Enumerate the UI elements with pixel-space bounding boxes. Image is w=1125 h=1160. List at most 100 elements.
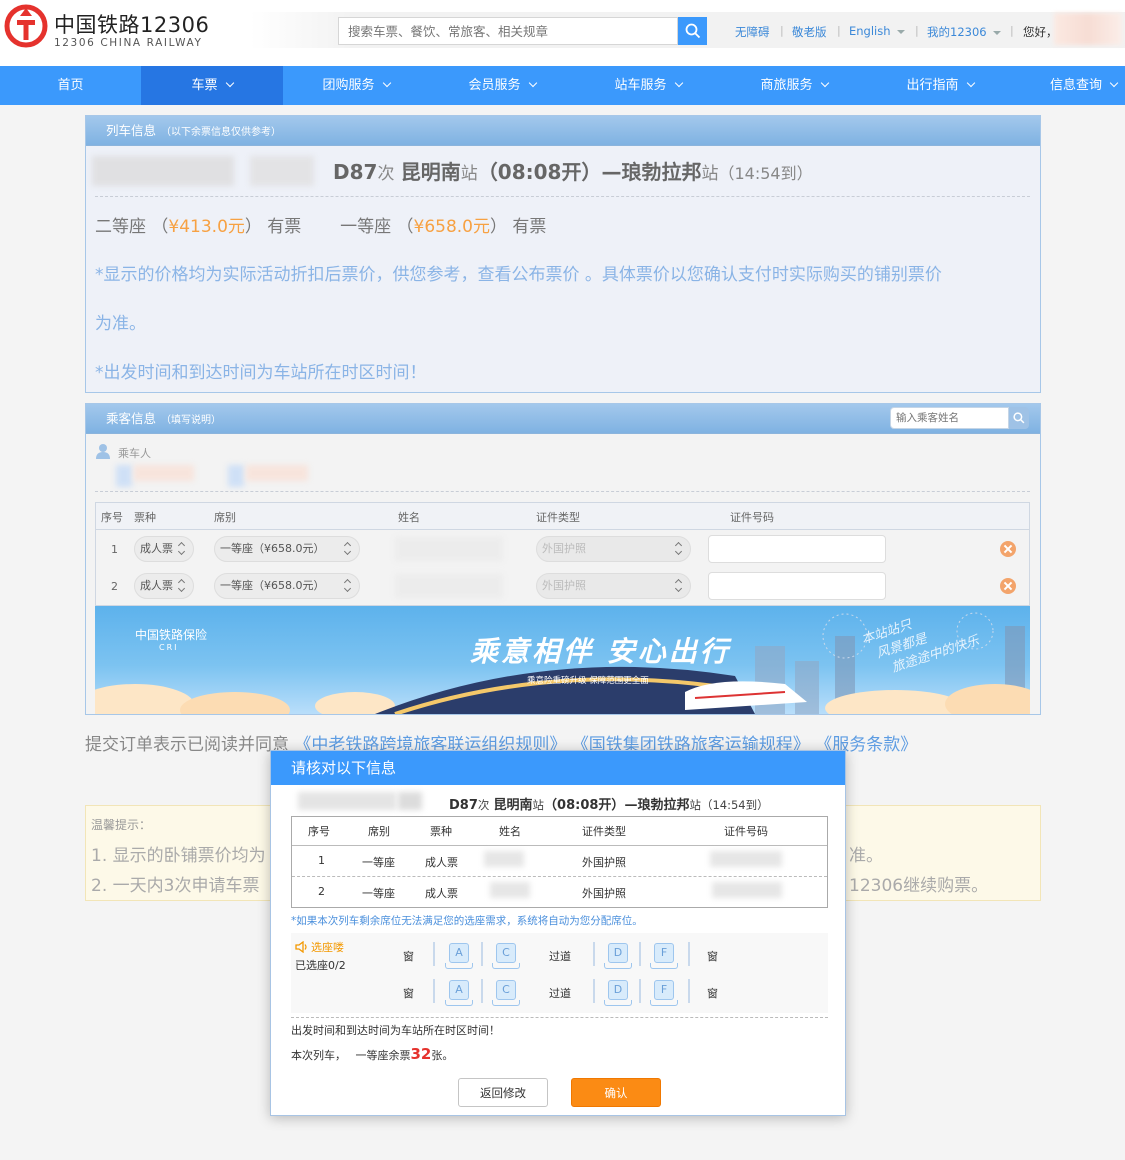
nav-item-label: 团购服务	[322, 78, 375, 93]
delete-icon[interactable]	[1000, 578, 1016, 594]
tip-2-end: 12306继续购票。	[849, 876, 989, 896]
window-label: 窗	[403, 987, 414, 1000]
logo-title[interactable]: 中国铁路12306	[54, 9, 209, 39]
dialog-title: 请核对以下信息	[271, 751, 845, 785]
select-value: 外国护照	[542, 579, 586, 592]
seat-class-select[interactable]: 一等座（¥658.0元）	[214, 573, 360, 599]
link-my-12306-label: 我的12306	[927, 25, 987, 39]
seat-f-row2[interactable]: F	[649, 980, 679, 1006]
user-icon	[96, 444, 110, 459]
link-my-12306[interactable]: 我的12306	[927, 24, 1001, 40]
remaining-unit: 张。	[431, 1049, 454, 1062]
railway-logo-icon[interactable]	[4, 4, 48, 48]
nav-item-membership[interactable]: 会员服务	[429, 66, 575, 105]
nav-item-business[interactable]: 商旅服务	[721, 66, 867, 105]
seat-base	[492, 963, 520, 969]
link-elder-mode[interactable]: 敬老版	[792, 24, 827, 40]
seat-d-row2[interactable]: D	[603, 980, 633, 1006]
remaining-prefix: 本次列车，	[291, 1049, 346, 1062]
nav-item-travel-guide[interactable]: 出行指南	[867, 66, 1013, 105]
chevron-down-icon	[992, 30, 1001, 35]
tip-2: 2. 一天内3次申请车票	[91, 876, 260, 896]
passenger-search-button[interactable]	[1009, 407, 1029, 429]
fill-instructions-link[interactable]: （填写说明）	[161, 415, 221, 426]
nav-item-info-query[interactable]: 信息查询	[1013, 66, 1125, 105]
insurance-banner[interactable]: 中国铁路保险 CRI 乘意相伴 安心出行 乘意险重磅升级 保障范围更全面 本站站…	[95, 606, 1030, 714]
col-ticket-type: 票种	[134, 511, 156, 524]
seat-base	[445, 1000, 473, 1006]
search-button[interactable]	[678, 17, 707, 45]
main-nav: 首页 车票 团购服务 会员服务 站车服务 商旅服务 出行指南 信息查询	[0, 66, 1125, 105]
id-number-field[interactable]	[708, 535, 886, 563]
search-icon	[685, 23, 700, 39]
nav-item-group-buy[interactable]: 团购服务	[283, 66, 429, 105]
seat-pref-label: 选座喽	[295, 939, 344, 955]
seat-divider	[481, 942, 483, 966]
passenger-name-redacted[interactable]	[246, 465, 308, 481]
site-header: 中国铁路12306 12306 CHINA RAILWAY 无障碍 | 敬老版 …	[0, 0, 1125, 66]
id-type-select[interactable]: 外国护照	[536, 573, 691, 599]
seat-class-second: 二等座	[95, 217, 146, 237]
nav-item-station-service[interactable]: 站车服务	[575, 66, 721, 105]
name-field-redacted[interactable]	[395, 574, 503, 598]
passenger-checkbox-redacted[interactable]	[116, 465, 132, 487]
seat-divider	[593, 979, 595, 1003]
link-accessibility[interactable]: 无障碍	[735, 24, 770, 40]
seat-base	[604, 963, 632, 969]
passenger-search-input[interactable]	[890, 407, 1009, 429]
chevron-down-icon	[966, 78, 975, 88]
passenger-name-redacted[interactable]	[134, 465, 194, 481]
username-redacted[interactable]	[1054, 13, 1122, 45]
select-value: 一等座（¥658.0元）	[220, 579, 325, 592]
nav-item-label: 车票	[191, 78, 218, 93]
select-value: 外国护照	[542, 542, 586, 555]
to-station: 琅勃拉邦	[621, 160, 702, 184]
timezone-note: *出发时间和到达时间为车站所在时区时间！	[95, 363, 427, 383]
nav-item-tickets[interactable]: 车票	[141, 66, 283, 105]
price-note[interactable]: *显示的价格均为实际活动折扣后票价，供您参考，查看公布票价 。具体票价以您确认支…	[95, 260, 942, 285]
id-type-select[interactable]: 外国护照	[536, 536, 691, 562]
passenger-checkbox-redacted[interactable]	[228, 465, 244, 487]
ticket-type-select[interactable]: 成人票	[134, 573, 194, 599]
chevron-down-icon	[674, 78, 683, 88]
ticket-type-select[interactable]: 成人票	[134, 536, 194, 562]
confirm-button[interactable]: 确认	[571, 1078, 661, 1107]
divider	[292, 845, 827, 846]
seat-class-select[interactable]: 一等座（¥658.0元）	[214, 536, 360, 562]
delete-icon[interactable]	[1000, 541, 1016, 557]
divider	[95, 196, 1030, 197]
name-field-redacted[interactable]	[395, 537, 503, 561]
route-dash: —	[601, 160, 622, 184]
route-dash: —	[624, 798, 638, 813]
panel-title-text: 乘客信息	[106, 411, 157, 426]
search-input[interactable]	[338, 17, 678, 45]
station-suffix: 站	[532, 798, 545, 812]
seat-c-row1[interactable]: C	[491, 943, 521, 969]
id-number-field[interactable]	[708, 572, 886, 600]
train-suffix: 次	[477, 798, 490, 812]
seat-a-row2[interactable]: A	[444, 980, 474, 1006]
chevron-down-icon	[225, 78, 234, 88]
seat-status-second: 有票	[267, 217, 302, 237]
seat-divider	[433, 979, 435, 1003]
seat-d-row1[interactable]: D	[603, 943, 633, 969]
col-id-type: 证件类型	[582, 825, 626, 838]
arrive-time: （14:54到）	[718, 164, 813, 183]
back-to-edit-button[interactable]: 返回修改	[458, 1078, 548, 1107]
seat-divider	[433, 942, 435, 966]
seat-status-first: 有票	[512, 217, 547, 237]
link-english[interactable]: English	[849, 24, 905, 38]
seat-a-row1[interactable]: A	[444, 943, 474, 969]
seat-c-row2[interactable]: C	[491, 980, 521, 1006]
col-id-number: 证件号码	[724, 825, 768, 838]
col-no: 序号	[101, 511, 123, 524]
aisle-label: 过道	[549, 987, 571, 1000]
nav-item-home[interactable]: 首页	[0, 66, 141, 105]
seat-divider	[639, 979, 641, 1003]
seat-f-row1[interactable]: F	[649, 943, 679, 969]
aisle-label: 过道	[549, 950, 571, 963]
seat-letter: C	[496, 943, 516, 963]
speaker-icon	[295, 940, 307, 954]
date-redacted	[298, 792, 396, 810]
arrive-time: （14:54到）	[700, 798, 769, 812]
